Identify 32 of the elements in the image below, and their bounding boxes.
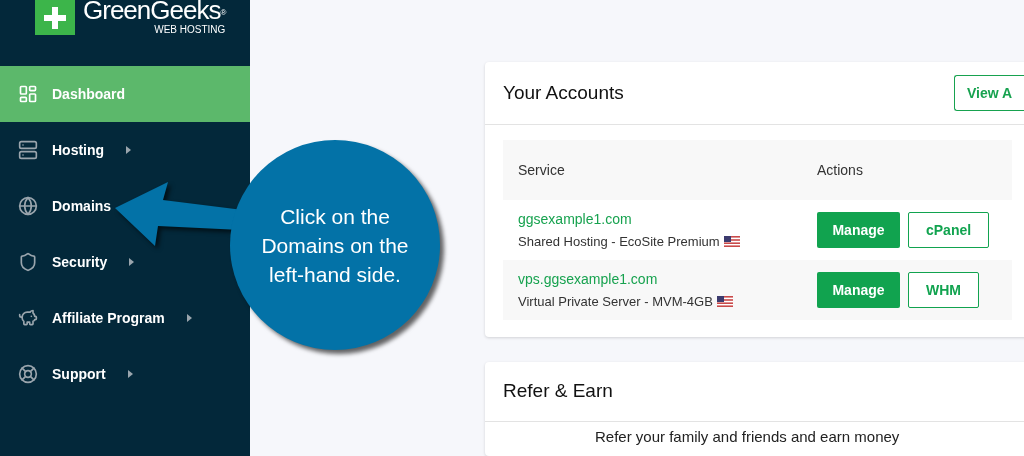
sidebar-item[interactable]: Dashboard <box>0 66 250 122</box>
domain-link[interactable]: vps.ggsexample1.com <box>518 268 817 290</box>
shield-icon <box>18 252 38 272</box>
sidebar-item[interactable]: Security <box>0 234 250 290</box>
manage-button[interactable]: Manage <box>817 212 900 248</box>
manage-button[interactable]: Manage <box>817 272 900 308</box>
logo-icon <box>35 0 75 35</box>
column-header: Actions <box>817 160 863 180</box>
lifebuoy-icon <box>18 364 38 384</box>
column-header: Service <box>517 160 566 180</box>
sidebar-item[interactable]: Affiliate Program <box>0 290 250 346</box>
card-title: Your Accounts <box>503 80 624 105</box>
callout-text: Click on the Domains on the left-hand side. <box>260 203 410 288</box>
flag-icon <box>723 236 740 247</box>
plan-text: Shared Hosting - EcoSite Premium <box>518 231 817 252</box>
sidebar-item[interactable]: Support <box>0 346 250 402</box>
logo-name: GreenGeeks$^{®}$ <box>83 0 226 24</box>
globe-icon <box>18 196 38 216</box>
sidebar-item[interactable]: Domains <box>0 178 250 234</box>
domain-link[interactable]: ggsexample1.com <box>518 208 817 230</box>
plan-text: Virtual Private Server - MVM-4GB <box>518 291 817 312</box>
logo-tagline: WEB HOSTING <box>154 24 226 36</box>
sidebar-item[interactable]: Hosting <box>0 122 250 178</box>
server-icon <box>18 140 38 160</box>
flag-icon <box>716 296 733 307</box>
dashboard-icon <box>18 84 38 104</box>
refer-text: Refer your family and friends and earn money <box>594 427 901 446</box>
panel-button[interactable]: cPanel <box>908 212 990 248</box>
panel-button[interactable]: WHM <box>908 272 979 308</box>
piggy-bank-icon <box>18 308 38 328</box>
view-all-button[interactable]: View A <box>954 75 1024 111</box>
card-title: Refer & Earn <box>503 379 613 404</box>
